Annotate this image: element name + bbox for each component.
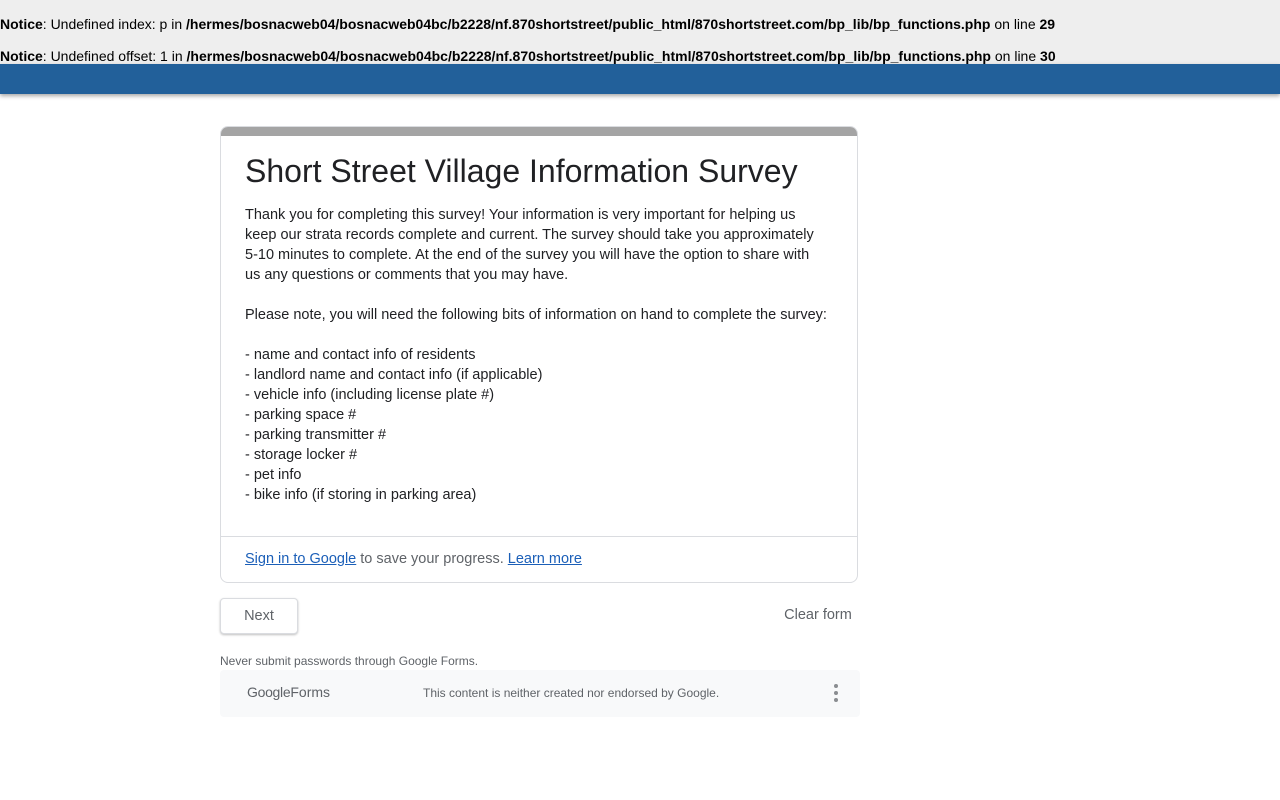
signin-text: to save your progress. bbox=[356, 551, 508, 567]
notice-path: /hermes/bosnacweb04/bosnacweb04bc/b2228/… bbox=[186, 48, 991, 64]
signin-row: Sign in to Google to save your progress.… bbox=[245, 549, 582, 569]
next-button[interactable]: Next bbox=[220, 598, 298, 634]
description-note: Please note, you will need the following… bbox=[245, 307, 827, 323]
card-accent-bar bbox=[221, 127, 857, 136]
required-item: - pet info bbox=[245, 467, 302, 483]
notice-path: /hermes/bosnacweb04/bosnacweb04bc/b2228/… bbox=[186, 16, 991, 32]
required-item: - bike info (if storing in parking area) bbox=[245, 487, 477, 503]
php-notice-area: Notice: Undefined index: p in /hermes/bo… bbox=[0, 0, 1280, 64]
form-header-card: Short Street Village Information Survey … bbox=[220, 126, 858, 583]
form-title: Short Street Village Information Survey bbox=[245, 153, 798, 189]
required-item: - storage locker # bbox=[245, 447, 358, 463]
password-warning: Never submit passwords through Google Fo… bbox=[220, 654, 479, 668]
menu-dot bbox=[834, 684, 838, 688]
notice-line-number: 30 bbox=[1040, 48, 1056, 64]
card-divider bbox=[221, 536, 857, 537]
notice-message: : Undefined index: p in bbox=[42, 16, 187, 32]
required-item: - parking transmitter # bbox=[245, 427, 387, 443]
logo-forms-word: Forms bbox=[290, 684, 331, 700]
description-line: us any questions or comments that you ma… bbox=[245, 267, 569, 283]
notice-label: Notice bbox=[0, 48, 43, 64]
description-line: keep our strata records complete and cur… bbox=[245, 227, 814, 243]
disclaimer-text: This content is neither created nor endo… bbox=[423, 686, 720, 700]
notice-message: : Undefined offset: 1 in bbox=[42, 48, 187, 64]
menu-dot bbox=[834, 691, 838, 695]
menu-dot bbox=[834, 698, 838, 702]
notice-on-line: on line bbox=[990, 48, 1041, 64]
required-item: - parking space # bbox=[245, 407, 357, 423]
php-notice-2: Notice: Undefined offset: 1 in /hermes/b… bbox=[0, 48, 1056, 64]
header-bar bbox=[0, 64, 1280, 94]
form-description: Thank you for completing this survey! Yo… bbox=[245, 205, 845, 505]
description-line: Thank you for completing this survey! Yo… bbox=[245, 207, 796, 223]
notice-line-number: 29 bbox=[1039, 16, 1056, 32]
more-vert-icon[interactable] bbox=[826, 682, 846, 704]
required-item: - landlord name and contact info (if app… bbox=[245, 367, 543, 383]
required-item: - name and contact info of residents bbox=[245, 347, 476, 363]
sign-in-link[interactable]: Sign in to Google bbox=[245, 551, 356, 567]
notice-on-line: on line bbox=[990, 16, 1040, 32]
php-notice-1: Notice: Undefined index: p in /hermes/bo… bbox=[0, 16, 1055, 32]
notice-label: Notice bbox=[0, 16, 43, 32]
google-forms-logo[interactable]: GoogleForms bbox=[247, 684, 330, 700]
clear-form-button[interactable]: Clear form bbox=[776, 598, 860, 634]
description-line: 5-10 minutes to complete. At the end of … bbox=[245, 247, 810, 263]
logo-google-word: Google bbox=[247, 684, 291, 700]
learn-more-link[interactable]: Learn more bbox=[508, 551, 582, 567]
required-item: - vehicle info (including license plate … bbox=[245, 387, 495, 403]
footer-bar: GoogleForms This content is neither crea… bbox=[220, 670, 860, 717]
